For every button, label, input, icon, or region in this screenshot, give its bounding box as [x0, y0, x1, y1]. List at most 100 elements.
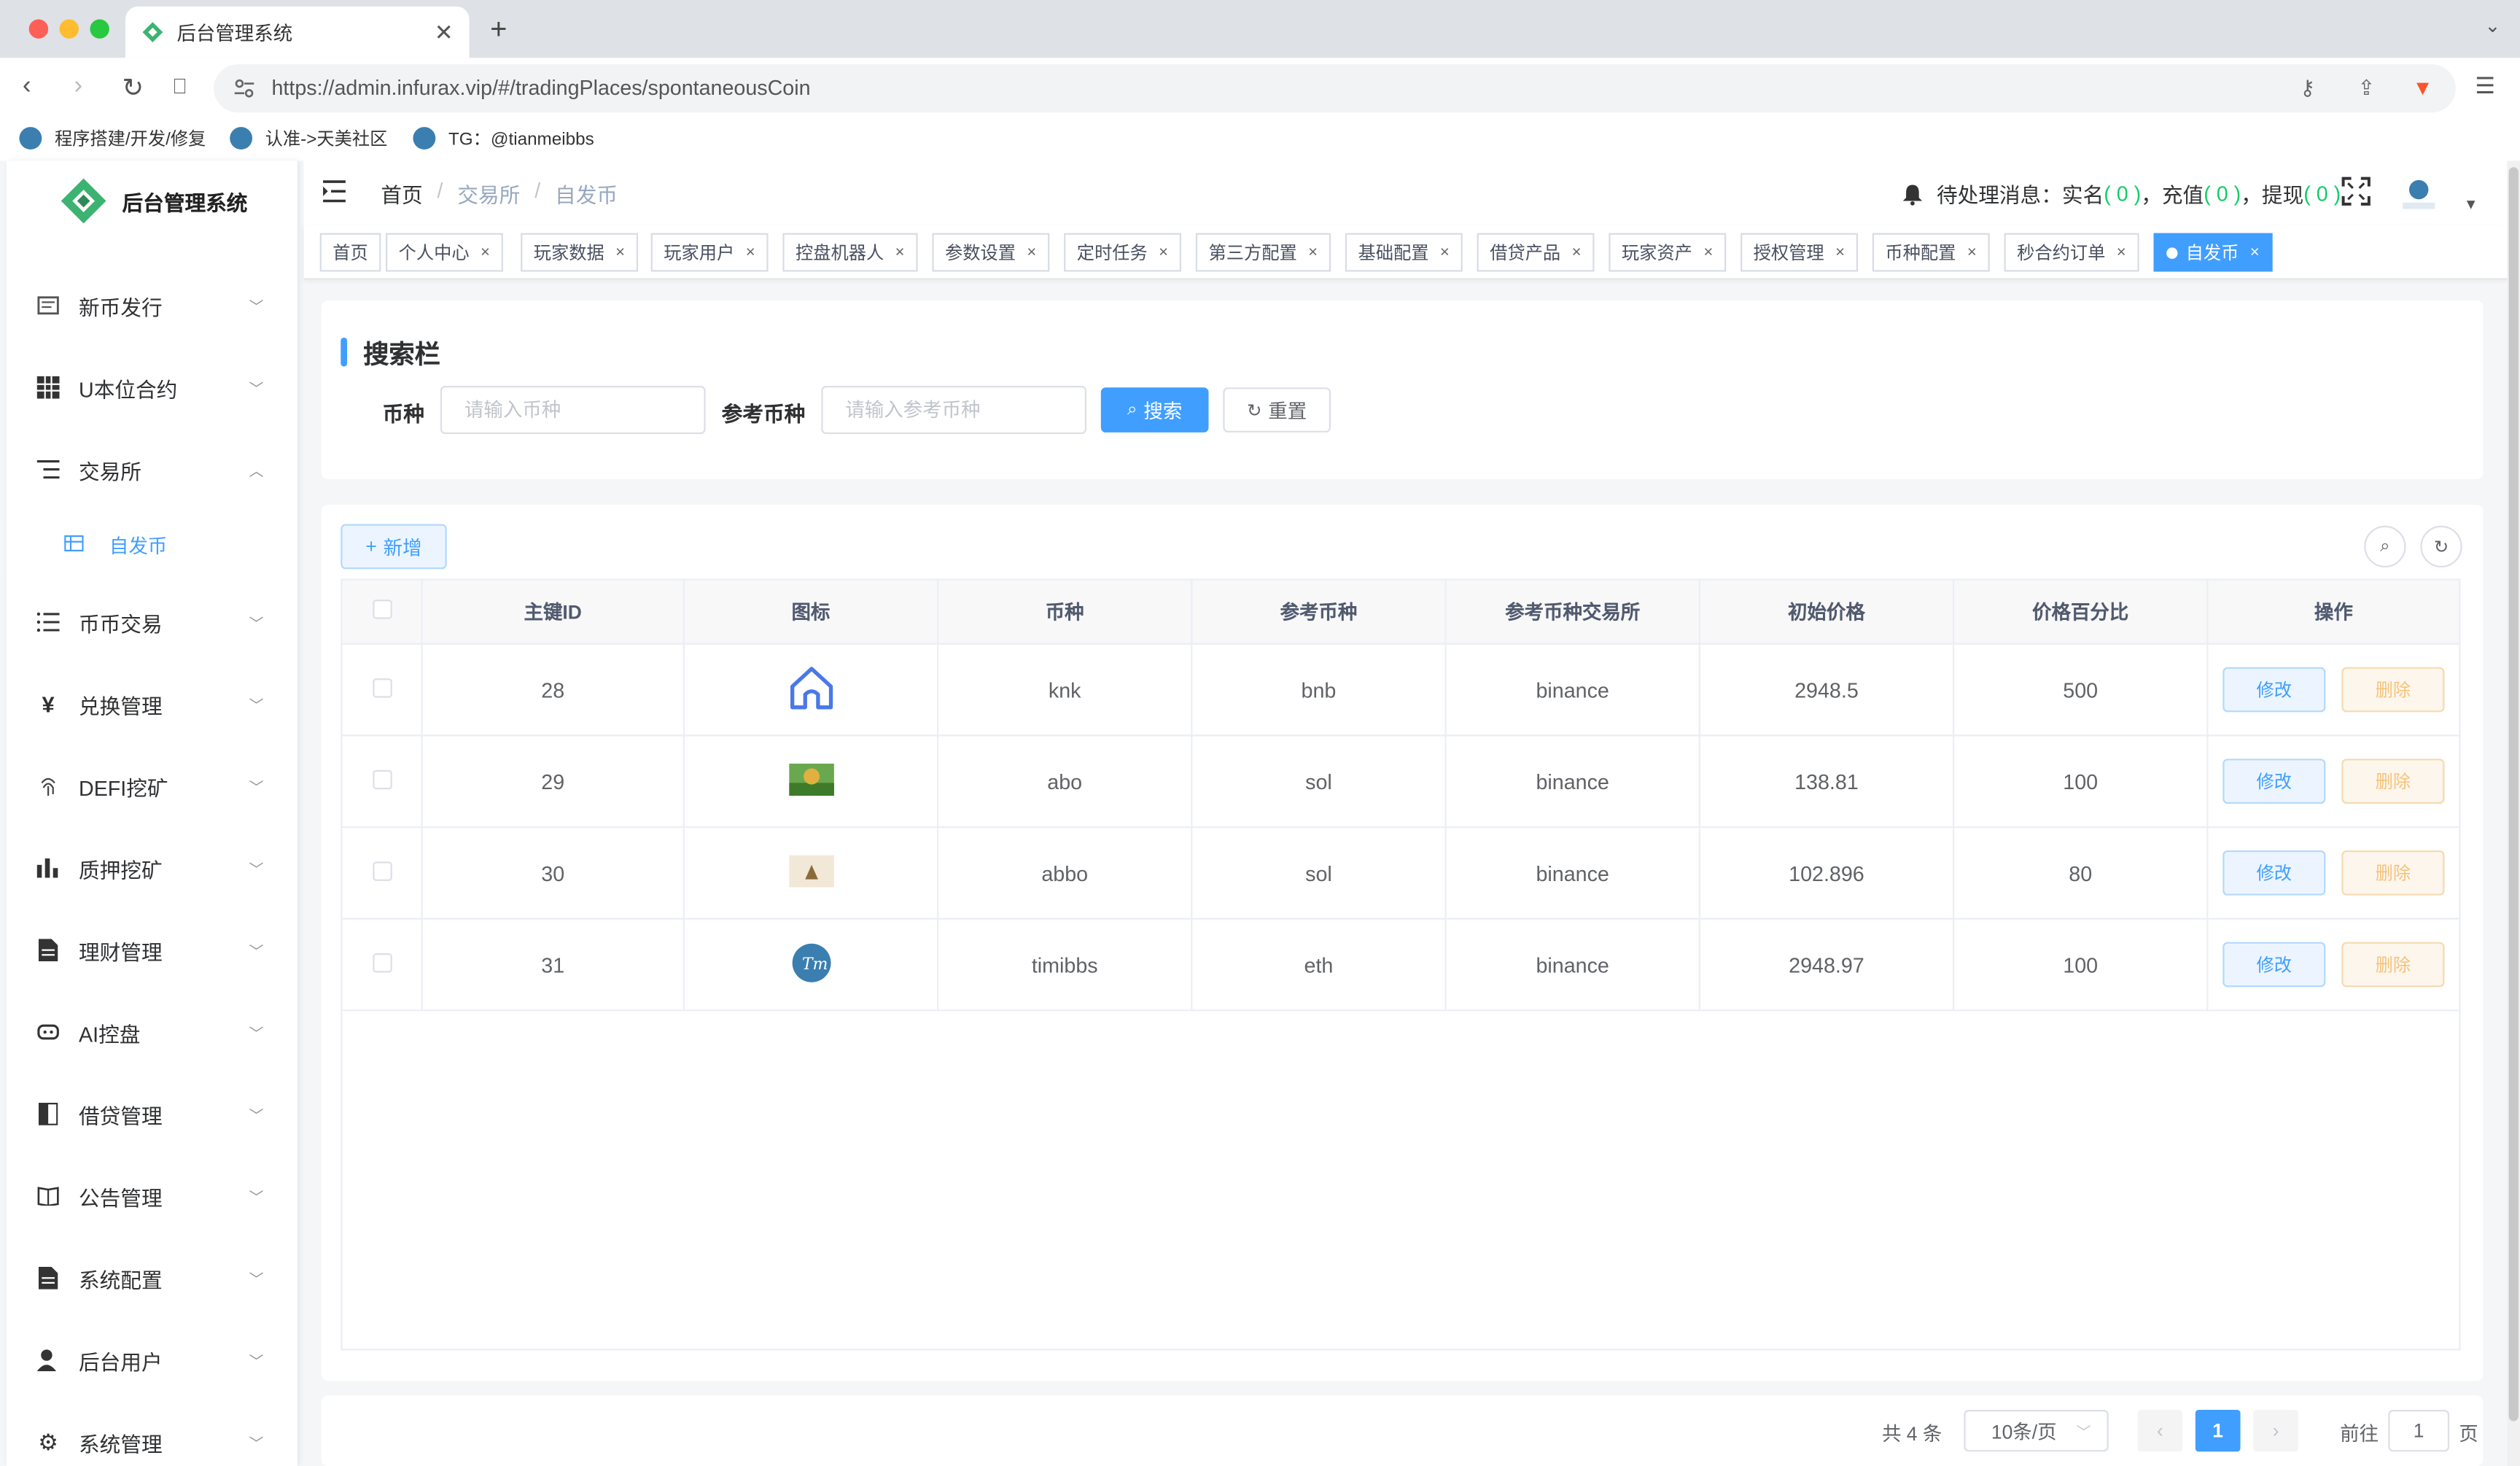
delete-button[interactable]: 删除: [2341, 759, 2445, 804]
fullscreen-icon[interactable]: [2341, 177, 2371, 206]
sidebar-item-new-coin[interactable]: 新币发行 ﹀: [7, 276, 298, 334]
table-row[interactable]: 29 abo sol binance 138.81 100 修改 删除: [341, 734, 2461, 829]
tab-14[interactable]: 自发币 ×: [2153, 233, 2273, 272]
table-row[interactable]: 30 abbo sol binance 102.896 80 修改 删除: [341, 826, 2461, 920]
close-window-button[interactable]: [28, 19, 49, 39]
tab-12[interactable]: 币种配置 ×: [1872, 233, 1990, 272]
table-row[interactable]: 28 knk bnb binance 2948.5 500 修改 删除: [341, 643, 2461, 737]
tab-0[interactable]: 首页: [319, 233, 381, 272]
bookmark-item[interactable]: TG：@tianmeibbs: [413, 125, 594, 151]
delete-button[interactable]: 删除: [2341, 667, 2445, 713]
close-icon[interactable]: ×: [1159, 244, 1168, 261]
bookmark-icon[interactable]: ⎕: [174, 74, 186, 99]
sidebar-item-defi[interactable]: DEFI挖矿 ﹀: [7, 757, 298, 815]
close-icon[interactable]: ×: [1027, 244, 1036, 261]
close-icon[interactable]: ×: [895, 244, 905, 261]
bell-icon[interactable]: [1901, 182, 1924, 205]
bookmark-item[interactable]: 程序搭建/开发/修复: [19, 125, 206, 151]
coin-input[interactable]: [440, 385, 706, 435]
tab-5[interactable]: 参数设置 ×: [932, 233, 1049, 272]
sidebar-item-finance[interactable]: 理财管理 ﹀: [7, 921, 298, 979]
refresh-button[interactable]: ↻: [2420, 525, 2462, 568]
sidebar-item-loan[interactable]: 借贷管理 ﹀: [7, 1085, 298, 1143]
prev-page-button[interactable]: ‹: [2137, 1409, 2183, 1452]
row-checkbox[interactable]: [372, 769, 392, 789]
tab-10[interactable]: 玩家资产 ×: [1609, 233, 1726, 272]
edit-button[interactable]: 修改: [2222, 667, 2326, 713]
close-icon[interactable]: ×: [1835, 244, 1845, 261]
close-icon[interactable]: ×: [1967, 244, 1977, 261]
share-icon[interactable]: ⇪: [2357, 76, 2375, 101]
delete-button[interactable]: 删除: [2341, 942, 2445, 988]
back-arrow-icon[interactable]: ‹: [23, 72, 31, 101]
reload-icon[interactable]: ↻: [122, 72, 144, 104]
sidebar-item-coin-trade[interactable]: 币币交易 ﹀: [7, 593, 298, 651]
close-icon[interactable]: ×: [615, 244, 625, 261]
key-icon[interactable]: ⚷: [2300, 76, 2315, 101]
sidebar-item-notice[interactable]: 公告管理 ﹀: [7, 1167, 298, 1225]
row-checkbox[interactable]: [372, 952, 392, 972]
avatar[interactable]: [2400, 174, 2438, 212]
sidebar-item-staking[interactable]: 质押挖矿 ﹀: [7, 839, 298, 897]
tab-8[interactable]: 基础配置 ×: [1345, 233, 1463, 272]
close-icon[interactable]: ×: [746, 244, 755, 261]
close-icon[interactable]: ×: [1703, 244, 1713, 261]
menu-icon[interactable]: ☰: [2475, 72, 2495, 99]
tab-close-icon[interactable]: ✕: [435, 18, 454, 45]
edit-button[interactable]: 修改: [2222, 759, 2326, 804]
search-button[interactable]: ⌕ 搜索: [1100, 387, 1209, 433]
edit-button[interactable]: 修改: [2222, 942, 2326, 988]
tab-list-chevron-icon[interactable]: ⌄: [2484, 15, 2500, 37]
close-icon[interactable]: ×: [1440, 244, 1450, 261]
notice-recharge-label[interactable]: 充值: [2162, 179, 2204, 209]
tab-6[interactable]: 定时任务 ×: [1064, 233, 1181, 272]
close-icon[interactable]: ×: [1572, 244, 1582, 261]
sidebar-item-admin-user[interactable]: 后台用户 ﹀: [7, 1331, 298, 1389]
add-button[interactable]: + 新增: [341, 524, 447, 570]
delete-button[interactable]: 删除: [2341, 850, 2445, 896]
caret-down-icon[interactable]: ▼: [2464, 196, 2478, 212]
toggle-search-button[interactable]: ⌕: [2364, 525, 2406, 568]
close-icon[interactable]: ×: [481, 244, 490, 261]
tab-9[interactable]: 借贷产品 ×: [1477, 233, 1595, 272]
tab-13[interactable]: 秒合约订单 ×: [2004, 233, 2139, 272]
sidebar-subitem-self-coin[interactable]: 自发币: [6, 517, 298, 573]
address-bar[interactable]: https://admin.infurax.vip/#/tradingPlace…: [214, 64, 2456, 113]
select-all-checkbox[interactable]: [372, 600, 392, 619]
notice-realname-label[interactable]: 实名: [2062, 179, 2104, 209]
sidebar-item-ai[interactable]: AI控盘 ﹀: [7, 1003, 298, 1060]
forward-arrow-icon[interactable]: ›: [74, 72, 82, 101]
tab-2[interactable]: 玩家数据 ×: [521, 233, 638, 272]
column-header[interactable]: 主键ID: [421, 578, 685, 645]
row-checkbox[interactable]: [372, 861, 392, 880]
tab-1[interactable]: 个人中心 ×: [385, 233, 503, 272]
sidebar-item-swap[interactable]: ¥ 兑换管理 ﹀: [7, 675, 298, 733]
browser-tab[interactable]: 后台管理系统 ✕: [125, 6, 470, 58]
tab-11[interactable]: 授权管理 ×: [1741, 233, 1858, 272]
new-tab-button[interactable]: +: [490, 13, 507, 47]
brave-shield-icon[interactable]: ▼: [2412, 76, 2432, 100]
notice-withdraw-label[interactable]: 提现: [2262, 179, 2303, 209]
scrollbar-thumb[interactable]: [2508, 167, 2519, 1422]
sidebar-logo[interactable]: 后台管理系统: [58, 174, 247, 228]
page-number-button[interactable]: 1: [2195, 1409, 2241, 1452]
tab-4[interactable]: 控盘机器人 ×: [782, 233, 918, 272]
sidebar-item-u-contract[interactable]: U本位合约 ﹀: [7, 359, 298, 416]
minimize-window-button[interactable]: [59, 19, 79, 39]
edit-button[interactable]: 修改: [2222, 850, 2326, 896]
next-page-button[interactable]: ›: [2253, 1409, 2298, 1452]
table-row[interactable]: 31 Tm timibbs eth binance 2948.97 100 修改 删除: [341, 918, 2461, 1012]
row-checkbox[interactable]: [372, 678, 392, 697]
page-size-select[interactable]: 10条/页 ﹀: [1964, 1409, 2109, 1452]
sidebar-item-system[interactable]: ⚙ 系统管理 ﹀: [7, 1413, 298, 1466]
maximize-window-button[interactable]: [90, 19, 109, 39]
site-settings-icon[interactable]: [233, 77, 256, 100]
close-icon[interactable]: ×: [1308, 244, 1318, 261]
tab-3[interactable]: 玩家用户 ×: [650, 233, 769, 272]
close-icon[interactable]: ×: [2250, 244, 2260, 261]
breadcrumb-home[interactable]: 首页: [381, 179, 422, 209]
hamburger-icon[interactable]: [323, 179, 349, 204]
tab-7[interactable]: 第三方配置 ×: [1195, 233, 1331, 272]
sidebar-item-sys-config[interactable]: 系统配置 ﹀: [7, 1249, 298, 1307]
goto-page-input[interactable]: 1: [2388, 1409, 2450, 1452]
